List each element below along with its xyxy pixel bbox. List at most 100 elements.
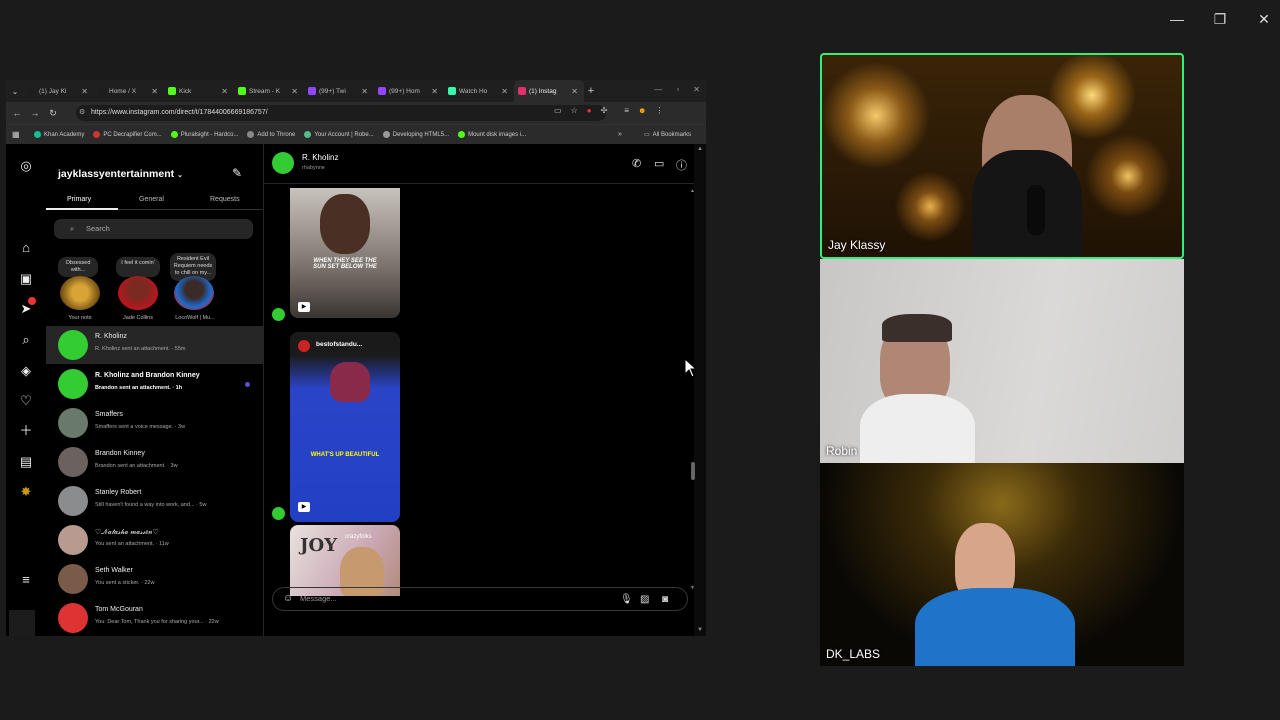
search-input[interactable]: ⌕ Search <box>54 219 253 239</box>
explore-icon[interactable]: ◈ <box>18 363 34 379</box>
scroll-up-icon[interactable]: ▲ <box>697 146 703 152</box>
browser-tab[interactable]: Watch Ho ✕ <box>444 80 514 102</box>
conversation-item[interactable]: Seth Walker You sent a sticker. · 22w <box>46 560 264 598</box>
new-tab-button[interactable]: + <box>584 85 598 97</box>
browser-tab[interactable]: Kick ✕ <box>164 80 234 102</box>
close-window-button[interactable]: ✕ <box>1251 8 1277 30</box>
restore-button[interactable]: ❐ <box>1207 8 1233 30</box>
conversation-item[interactable]: R. Kholinz R. Kholinz sent an attachment.… <box>46 326 264 364</box>
close-tab-icon[interactable]: ✕ <box>361 87 368 96</box>
conversation-preview: Still haven't found a way into work, and… <box>95 502 207 508</box>
conversation-item[interactable]: Stanley Robert Still haven't found a way … <box>46 482 264 520</box>
browser-tab[interactable]: (99+) Hom ✕ <box>374 80 444 102</box>
browser-tab[interactable]: Stream - K ✕ <box>234 80 304 102</box>
chat-scroll-down-icon[interactable]: ▼ <box>690 585 695 591</box>
chat-avatar[interactable] <box>272 152 294 174</box>
reload-icon[interactable]: ↻ <box>44 108 62 119</box>
browser-tab[interactable]: (1) Instag ✕ <box>514 80 584 102</box>
back-icon[interactable]: ← <box>8 108 26 118</box>
tab-general[interactable]: General <box>139 196 164 203</box>
conversation-item[interactable]: ♡𝒩𝒶𝓉𝒶𝓈𝒽𝒶 𝓂𝒶𝓈𝓈𝑒𝓃♡ You sent an attachment. … <box>46 521 264 559</box>
browser-tab[interactable]: (99+) Twi ✕ <box>304 80 374 102</box>
page-scrollbar[interactable]: ▲ ▼ <box>694 144 706 636</box>
participant-tile[interactable]: Robin <box>820 259 1184 463</box>
microphone-icon[interactable]: 🎙︎ <box>620 594 633 605</box>
dashboard-icon[interactable]: ▤ <box>18 454 34 470</box>
bookmark-item[interactable]: Khan Academy <box>34 131 84 138</box>
scroll-down-icon[interactable]: ▼ <box>697 627 703 633</box>
apps-icon[interactable]: ▦ <box>12 130 22 139</box>
chat-scroll-up-icon[interactable]: ▲ <box>690 188 695 194</box>
phone-icon[interactable]: ✆ <box>632 157 641 170</box>
note-avatar[interactable] <box>174 276 214 310</box>
close-tab-icon[interactable]: ✕ <box>81 87 88 96</box>
image-icon[interactable]: ▨ <box>640 594 649 605</box>
extensions-icon[interactable]: ✣ <box>601 106 608 115</box>
tab-primary[interactable]: Primary <box>67 196 91 203</box>
close-tab-icon[interactable]: ✕ <box>291 87 298 96</box>
browser-tab[interactable]: (1) Jay Kl ✕ <box>24 80 94 102</box>
video-call-icon[interactable]: ▭ <box>654 157 664 170</box>
forward-icon[interactable]: → <box>26 108 44 118</box>
instagram-logo-icon[interactable]: ◎ <box>18 158 34 174</box>
participant-tile[interactable]: DK_LABS <box>820 463 1184 666</box>
bookmark-item[interactable]: Add to Throne <box>247 131 295 138</box>
create-icon[interactable]: ＋ <box>18 423 34 439</box>
shared-reel[interactable]: WHEN THEY SEE THE SUN SET BELOW THE ▶ <box>290 188 400 318</box>
account-switcher[interactable]: jayklassyentertainment ⌄ <box>58 168 183 180</box>
shared-reel[interactable]: bestofstandu... WHAT'S UP BEAUTIFUL ▶ <box>290 332 400 522</box>
shared-reel[interactable]: JOY crazyfolks <box>290 525 400 596</box>
tab-search-icon[interactable]: ⌄ <box>6 87 24 96</box>
browser-restore-icon[interactable]: ▫ <box>676 85 679 94</box>
note-bubble[interactable]: Obsessed with... <box>58 257 98 277</box>
notifications-icon[interactable]: ♡ <box>18 393 34 409</box>
close-tab-icon[interactable]: ✕ <box>571 87 578 96</box>
conversation-item[interactable]: Tom McGouran You: Dear Tom, Thank you for… <box>46 599 264 636</box>
browser-minimize-icon[interactable]: — <box>654 85 662 94</box>
bookmark-item[interactable]: Mount disk images i... <box>458 131 526 138</box>
cast-icon[interactable]: ≡ <box>624 106 629 115</box>
bookmark-item[interactable]: Your Account | Robe... <box>304 131 374 138</box>
profile-icon[interactable]: ☻ <box>638 106 646 115</box>
compose-icon[interactable]: ✎ <box>232 166 242 180</box>
bookmark-item[interactable]: PC Decrapifier Com... <box>93 131 162 138</box>
info-icon[interactable]: ⓘ <box>676 157 687 173</box>
site-info-icon[interactable]: ⚙ <box>79 105 85 121</box>
note-avatar[interactable] <box>60 276 100 310</box>
chat-name[interactable]: R. Kholinz <box>302 153 338 162</box>
bookmark-item[interactable]: Pluralsight - Hardco... <box>170 131 238 138</box>
minimize-button[interactable]: — <box>1164 8 1190 30</box>
emoji-icon[interactable]: ☺ <box>283 588 293 610</box>
tab-requests[interactable]: Requests <box>210 196 240 203</box>
profile-avatar-icon[interactable]: ✸ <box>18 484 34 500</box>
note-bubble[interactable]: I feel it comin' <box>116 257 160 277</box>
url-field[interactable]: ⚙ https://www.instagram.com/direct/t/178… <box>76 105 606 121</box>
conversation-item[interactable]: Smaffers Smaffers sent a voice message. ·… <box>46 404 264 442</box>
all-bookmarks-folder[interactable]: ▭ All Bookmarks <box>644 131 691 139</box>
home-icon[interactable]: ⌂ <box>18 240 34 256</box>
browser-tab[interactable]: Home / X ✕ <box>94 80 164 102</box>
sticker-icon[interactable]: ◙ <box>662 594 668 605</box>
tab-selected-indicator <box>46 208 118 210</box>
browser-menu-icon[interactable]: ⋮ <box>655 106 663 115</box>
conversation-item[interactable]: R. Kholinz and Brandon Kinney Brandon sen… <box>46 365 264 403</box>
more-bookmarks-icon[interactable]: » <box>618 131 622 138</box>
participant-tile[interactable]: Jay Klassy <box>820 53 1184 259</box>
bookmark-star-icon[interactable]: ☆ <box>571 106 578 115</box>
reels-icon[interactable]: ▣ <box>18 271 34 287</box>
more-menu-icon[interactable]: ≡ <box>18 572 34 588</box>
close-tab-icon[interactable]: ✕ <box>221 87 228 96</box>
search-nav-icon[interactable]: ⌕ <box>18 332 34 348</box>
browser-close-icon[interactable]: ✕ <box>693 85 700 94</box>
conversation-avatar <box>58 525 88 555</box>
install-icon[interactable]: ▭ <box>554 106 562 115</box>
bookmarks-bar: ▦ Khan Academy PC Decrapifier Com... Plura… <box>6 124 706 144</box>
chat-scroll-thumb[interactable] <box>691 462 695 480</box>
extension-record-icon[interactable]: ● <box>587 106 592 115</box>
close-tab-icon[interactable]: ✕ <box>151 87 158 96</box>
close-tab-icon[interactable]: ✕ <box>501 87 508 96</box>
bookmark-item[interactable]: Developing HTML5... <box>382 131 449 138</box>
close-tab-icon[interactable]: ✕ <box>431 87 438 96</box>
conversation-item[interactable]: Brandon Kinney Brandon sent an attachment… <box>46 443 264 481</box>
note-avatar[interactable] <box>118 276 158 310</box>
